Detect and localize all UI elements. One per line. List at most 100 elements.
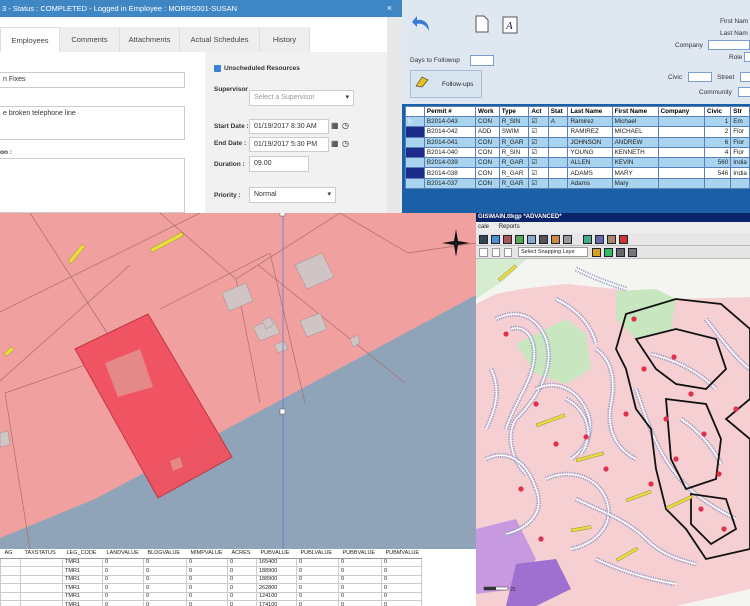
permit-marker[interactable] bbox=[733, 406, 739, 412]
table-icon[interactable] bbox=[595, 235, 604, 244]
permit-marker[interactable] bbox=[688, 391, 694, 397]
permit-marker[interactable] bbox=[518, 486, 524, 492]
menu-scale[interactable]: cale bbox=[478, 224, 489, 230]
clock-icon[interactable]: ◷ bbox=[342, 121, 349, 130]
permit-marker[interactable] bbox=[583, 434, 589, 440]
erase-icon[interactable] bbox=[563, 235, 572, 244]
row-selector[interactable] bbox=[405, 157, 425, 169]
cell-act[interactable]: ☑ bbox=[528, 126, 549, 138]
supervisor-select[interactable]: Select a Supervisor ▾ bbox=[249, 90, 354, 106]
cell-act[interactable]: ☑ bbox=[528, 115, 549, 128]
table-row[interactable]: TMR1 0 0 0 0 174100 0 0 0 bbox=[0, 600, 422, 606]
column-header[interactable]: Company bbox=[657, 106, 706, 117]
column-header[interactable]: Act bbox=[528, 106, 549, 117]
select-icon[interactable] bbox=[491, 235, 500, 244]
permit-marker[interactable] bbox=[503, 331, 509, 337]
column-header[interactable] bbox=[405, 106, 425, 117]
table-row[interactable]: TMR1 0 0 0 0 188900 0 0 0 bbox=[0, 566, 422, 576]
community-input[interactable] bbox=[738, 87, 750, 97]
table-row[interactable]: TMR1 0 0 0 0 262800 0 0 0 bbox=[0, 583, 422, 593]
cell-act[interactable]: ☑ bbox=[528, 136, 549, 148]
table-row[interactable]: ▷ B2014-043 CON R_SIN ☑ A Ramirez Michael 1 Em bbox=[405, 115, 750, 128]
permit-marker[interactable] bbox=[631, 316, 637, 322]
permit-marker[interactable] bbox=[533, 401, 539, 407]
table-row[interactable]: B2014-042 ADD SWIM ☑ RAMIREZ MICHAEL 2 Flor bbox=[405, 126, 750, 138]
snap-icon[interactable] bbox=[479, 248, 488, 257]
drag-handle[interactable] bbox=[279, 213, 286, 217]
column-header[interactable]: PUBMVALUE bbox=[381, 549, 422, 559]
column-header[interactable]: TAXSTATUS bbox=[20, 549, 63, 559]
column-header[interactable]: Work bbox=[475, 106, 500, 117]
zoom-icon[interactable] bbox=[527, 235, 536, 244]
tab-employees[interactable]: Employees bbox=[0, 27, 60, 52]
vertex-icon[interactable] bbox=[604, 248, 613, 257]
location-field[interactable] bbox=[0, 158, 185, 213]
calendar-icon[interactable]: ▦ bbox=[331, 139, 339, 148]
end-date-field[interactable]: 01/19/2017 5:30 PM bbox=[249, 137, 329, 152]
flag-icon[interactable] bbox=[619, 235, 628, 244]
civic-input[interactable] bbox=[688, 72, 712, 82]
description-field[interactable]: n Fixes bbox=[0, 72, 185, 88]
column-header[interactable]: PUBVALUE bbox=[256, 549, 297, 559]
street-input[interactable] bbox=[740, 72, 750, 82]
permit-marker[interactable] bbox=[663, 416, 669, 422]
tab-attachments[interactable]: Attachments bbox=[120, 27, 180, 52]
table-row[interactable]: B2014-039 CON R_GAR ☑ ALLEN KEVIN 560 India bbox=[405, 157, 750, 169]
role-input[interactable] bbox=[744, 52, 750, 62]
pencil-icon[interactable] bbox=[592, 248, 601, 257]
row-selector[interactable] bbox=[405, 167, 425, 179]
permit-marker[interactable] bbox=[671, 354, 677, 360]
cell-act[interactable]: ☑ bbox=[528, 167, 549, 179]
calendar-icon[interactable]: ▦ bbox=[331, 121, 339, 130]
column-header[interactable]: Type bbox=[498, 106, 530, 117]
table-row[interactable]: TMR1 0 0 0 0 188900 0 0 0 bbox=[0, 574, 422, 584]
duration-field[interactable]: 09.00 bbox=[249, 156, 309, 172]
column-header[interactable]: AG bbox=[0, 549, 21, 559]
permit-marker[interactable] bbox=[673, 456, 679, 462]
column-header[interactable]: Str bbox=[730, 106, 750, 117]
permit-marker[interactable] bbox=[603, 466, 609, 472]
permit-marker[interactable] bbox=[538, 536, 544, 542]
column-header[interactable]: LEG_CODE bbox=[62, 549, 103, 559]
row-selector[interactable] bbox=[405, 146, 425, 159]
parcel-map[interactable] bbox=[0, 213, 476, 549]
row-selector[interactable]: ▷ bbox=[405, 115, 425, 128]
permit-marker[interactable] bbox=[701, 431, 707, 437]
company-input[interactable] bbox=[708, 40, 750, 50]
cell-act[interactable]: ☑ bbox=[528, 177, 549, 190]
start-date-field[interactable]: 01/19/2017 8:30 AM bbox=[249, 119, 329, 134]
scrollbar[interactable] bbox=[387, 17, 402, 213]
pan-icon[interactable] bbox=[539, 235, 548, 244]
column-header[interactable]: BLDGVALUE bbox=[143, 549, 187, 559]
font-icon[interactable]: A bbox=[502, 16, 518, 34]
edit-icon[interactable] bbox=[503, 235, 512, 244]
measure-icon[interactable] bbox=[515, 235, 524, 244]
permit-marker[interactable] bbox=[641, 366, 647, 372]
close-icon[interactable]: × bbox=[387, 0, 392, 17]
permit-marker[interactable] bbox=[698, 506, 704, 512]
cell-act[interactable]: ☑ bbox=[528, 146, 549, 159]
tab-actual-schedules[interactable]: Actual Schedules bbox=[180, 27, 260, 52]
column-header[interactable]: Permit # bbox=[423, 106, 477, 117]
layer-icon[interactable] bbox=[583, 235, 592, 244]
permit-marker[interactable] bbox=[648, 481, 654, 487]
tab-history[interactable]: History bbox=[260, 27, 310, 52]
column-header[interactable]: ACRES bbox=[227, 549, 257, 559]
snap-icon[interactable] bbox=[492, 248, 500, 257]
column-header[interactable]: LANDVALUE bbox=[102, 549, 144, 559]
permit-marker[interactable] bbox=[716, 471, 722, 477]
tab-comments[interactable]: Comments bbox=[60, 27, 120, 52]
undo-icon[interactable] bbox=[411, 14, 433, 34]
snap-icon[interactable] bbox=[504, 248, 512, 257]
column-header[interactable]: Stat bbox=[547, 106, 569, 117]
document-icon[interactable] bbox=[475, 15, 489, 33]
column-header[interactable]: Civic bbox=[704, 106, 732, 117]
draw-icon[interactable] bbox=[551, 235, 560, 244]
column-header[interactable]: First Name bbox=[611, 106, 659, 117]
snapping-layer-select[interactable]: Select Snapping Laye bbox=[518, 247, 588, 257]
table-row[interactable]: TMR1 0 0 0 0 165400 0 0 0 bbox=[0, 557, 422, 567]
unscheduled-checkbox[interactable] bbox=[214, 65, 221, 72]
row-selector[interactable] bbox=[405, 126, 425, 138]
days-followup-input[interactable] bbox=[470, 55, 494, 66]
table-row[interactable]: B2014-038 CON R_GAR ☑ ADAMS MARY 546 India bbox=[405, 167, 750, 179]
